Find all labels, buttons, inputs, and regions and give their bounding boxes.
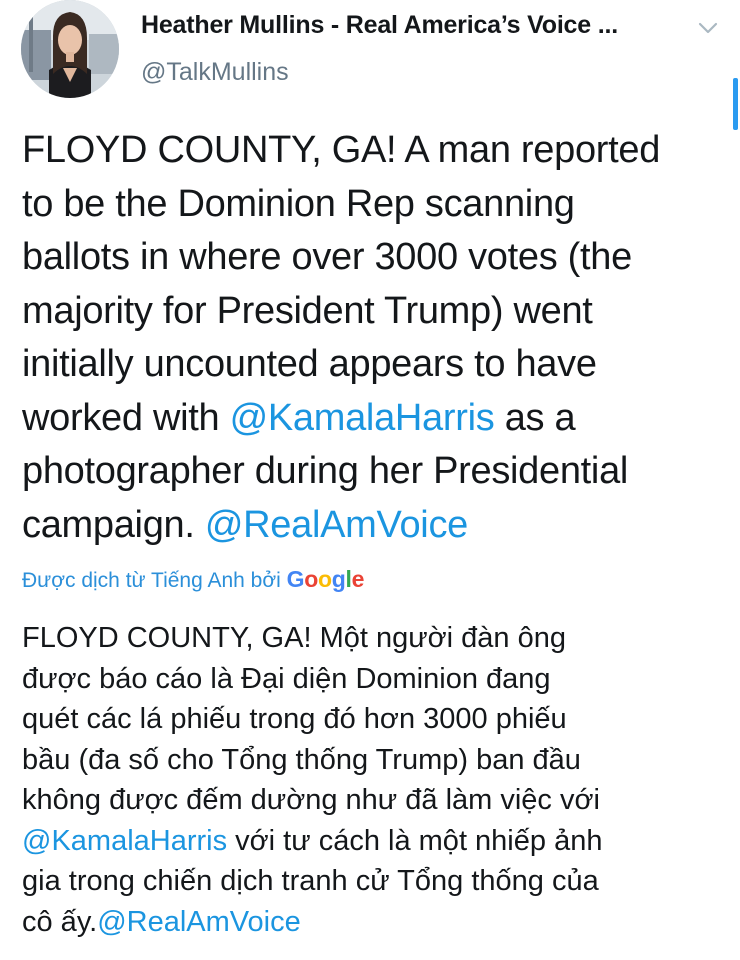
text-line: ballots in where over 3000 votes (the xyxy=(22,231,722,285)
text-segment: initially uncounted appears to have xyxy=(22,343,597,385)
tweet-text: FLOYD COUNTY, GA! A man reported to be th… xyxy=(22,124,722,552)
tweet: Heather Mullins - Real America’s Voice .… xyxy=(0,0,740,960)
text-segment: worked with xyxy=(22,396,230,439)
text-line: bầu (đa số cho Tổng thống Trump) ban đầu xyxy=(22,740,722,781)
translation-label: Được dịch từ Tiếng Anh bởi xyxy=(22,569,281,592)
mention-link[interactable]: @RealAmVoice xyxy=(97,906,301,938)
text-segment: majority for President Trump) went xyxy=(22,289,593,332)
text-line: photographer during her Presidential xyxy=(22,445,722,499)
google-logo-letter: g xyxy=(331,566,346,592)
text-segment: với tư cách là một nhiếp ảnh xyxy=(227,824,603,857)
text-line: không được đếm dường như đã làm việc với xyxy=(22,780,722,821)
text-line: cô ấy.@RealAmVoice xyxy=(22,902,722,943)
text-line: @KamalaHarris với tư cách là một nhiếp ả… xyxy=(22,821,722,862)
text-line: FLOYD COUNTY, GA! A man reported xyxy=(22,124,722,178)
avatar[interactable] xyxy=(21,0,119,98)
text-segment: campaign. xyxy=(22,503,205,546)
author-name[interactable]: Heather Mullins - Real America’s Voice .… xyxy=(141,11,618,40)
text-line: được báo cáo là Đại diện Dominion đang xyxy=(22,659,722,700)
text-line: campaign. @RealAmVoice xyxy=(22,499,722,553)
text-segment: bầu (đa số cho Tổng thống Trump) ban đầu xyxy=(22,743,581,776)
text-segment: as a xyxy=(494,396,576,439)
chevron-down-icon[interactable] xyxy=(694,14,722,42)
text-line: worked with @KamalaHarris as a xyxy=(22,392,722,446)
mention-link[interactable]: @RealAmVoice xyxy=(205,504,468,546)
mention-link[interactable]: @KamalaHarris xyxy=(22,825,227,857)
text-segment: được báo cáo là Đại diện Dominion đang xyxy=(22,662,551,695)
scrollbar-thumb[interactable] xyxy=(733,78,738,130)
text-line: quét các lá phiếu trong đó hơn 3000 phiế… xyxy=(22,699,722,740)
text-segment: to be the Dominion Rep scanning xyxy=(22,182,575,225)
text-line: to be the Dominion Rep scanning xyxy=(22,178,722,232)
mention-link[interactable]: @KamalaHarris xyxy=(230,397,495,439)
text-segment: photographer during her Presidential xyxy=(22,450,629,492)
text-line: gia trong chiến dịch tranh cử Tổng thống… xyxy=(22,861,722,902)
text-segment: cô ấy. xyxy=(22,905,98,938)
translation-attribution[interactable]: Được dịch từ Tiếng Anh bởi Google xyxy=(22,566,364,593)
text-segment: gia trong chiến dịch tranh cử Tổng thống… xyxy=(22,865,599,897)
google-logo-letter: e xyxy=(351,566,365,592)
google-logo-letter: o xyxy=(304,566,318,592)
text-segment: quét các lá phiếu trong đó hơn 3000 phiế… xyxy=(22,703,567,735)
google-logo-letter: o xyxy=(317,566,332,592)
text-line: FLOYD COUNTY, GA! Một người đàn ông xyxy=(22,618,722,659)
google-logo-letter: G xyxy=(286,566,305,592)
text-segment: ballots in where over 3000 votes (the xyxy=(22,236,632,278)
text-segment: FLOYD COUNTY, GA! Một người đàn ông xyxy=(22,622,566,654)
text-segment: không được đếm dường như đã làm việc với xyxy=(22,784,600,816)
profile-photo-icon xyxy=(21,0,119,98)
author-handle[interactable]: @TalkMullins xyxy=(141,58,289,87)
translated-tweet-text: FLOYD COUNTY, GA! Một người đàn ông được … xyxy=(22,618,722,942)
google-logo: Google xyxy=(286,566,365,592)
text-segment: FLOYD COUNTY, GA! A man reported xyxy=(22,129,661,171)
text-line: initially uncounted appears to have xyxy=(22,338,722,392)
text-line: majority for President Trump) went xyxy=(22,285,722,339)
